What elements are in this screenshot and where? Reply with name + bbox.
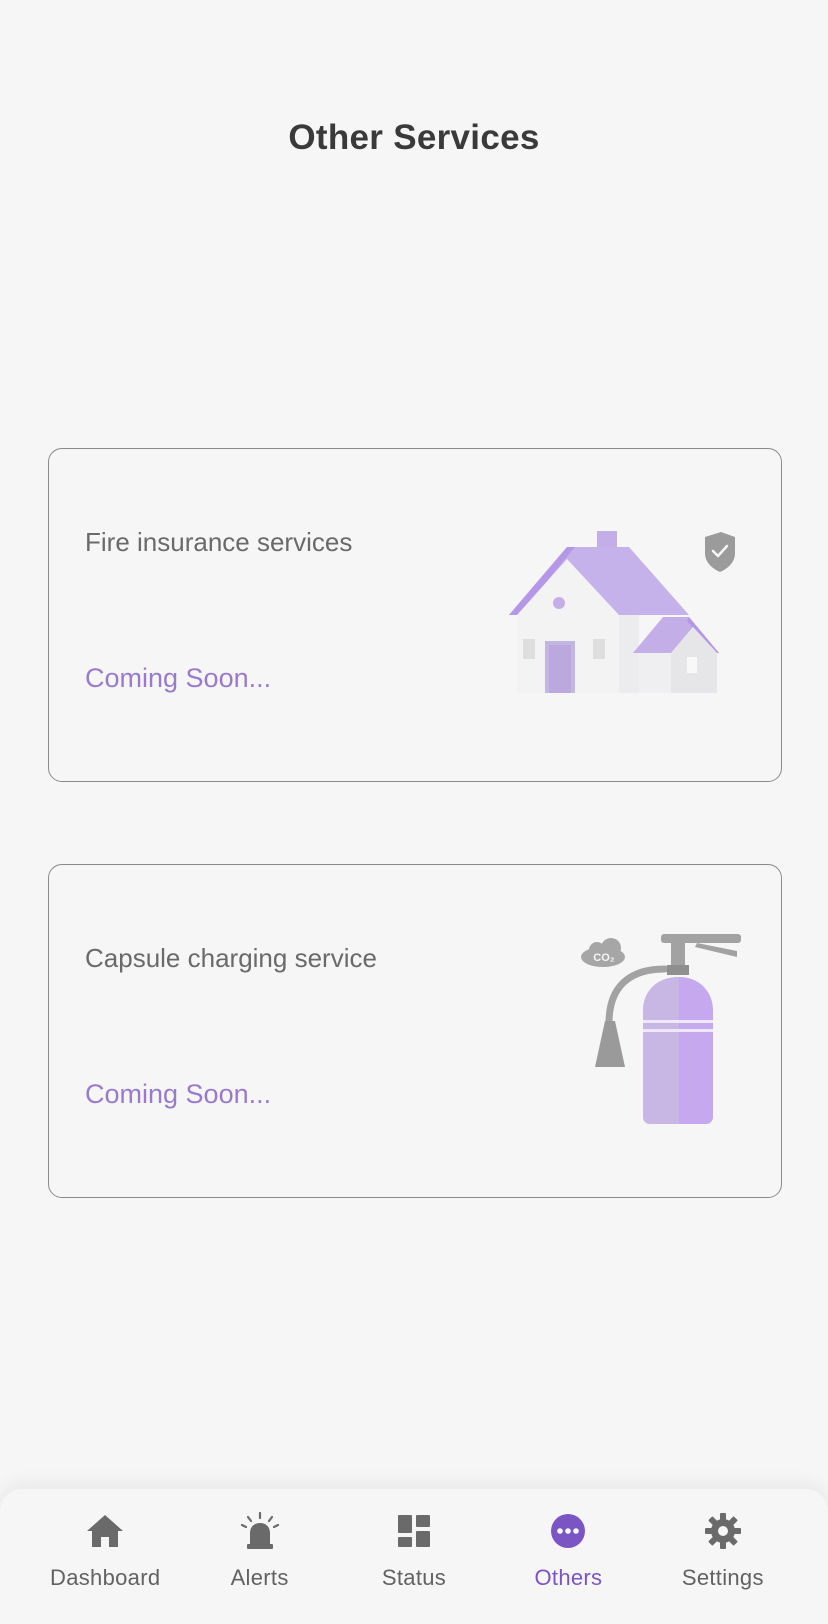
nav-label: Alerts [230, 1565, 289, 1590]
fire-insurance-card[interactable]: Fire insurance services Coming Soon... [48, 448, 782, 782]
nav-item-dashboard[interactable]: Dashboard [28, 1489, 182, 1624]
house-shield-icon [509, 531, 735, 693]
fire-extinguisher-icon: CO₂ [581, 934, 741, 1124]
home-icon [87, 1515, 124, 1547]
nav-label: Dashboard [50, 1565, 161, 1590]
more-icon [551, 1514, 586, 1548]
card-status: Coming Soon... [85, 1079, 272, 1109]
nav-item-alerts[interactable]: Alerts [182, 1489, 336, 1624]
gear-icon [704, 1513, 741, 1549]
fire-extinguisher-illustration: CO₂ [569, 933, 749, 1127]
other-services-screen: Other Services Fire insurance services C… [0, 0, 828, 1624]
nav-item-others[interactable]: Others [491, 1489, 645, 1624]
nav-item-status[interactable]: Status [337, 1489, 491, 1624]
grid-icon [398, 1515, 431, 1547]
capsule-charging-card[interactable]: Capsule charging service Coming Soon... … [48, 864, 782, 1198]
nav-label: Status [381, 1565, 447, 1590]
co2-label: CO₂ [593, 952, 615, 964]
nav-label: Settings [681, 1565, 764, 1590]
nav-item-settings[interactable]: Settings [646, 1489, 800, 1624]
bottom-navigation: Dashboard Alerts Status Others Settings [0, 1489, 828, 1624]
card-title: Fire insurance services [85, 527, 353, 557]
card-status: Coming Soon... [85, 663, 272, 693]
page-title: Other Services [288, 118, 540, 157]
siren-icon [240, 1511, 279, 1549]
card-title: Capsule charging service [85, 943, 377, 973]
nav-label: Others [534, 1565, 603, 1590]
